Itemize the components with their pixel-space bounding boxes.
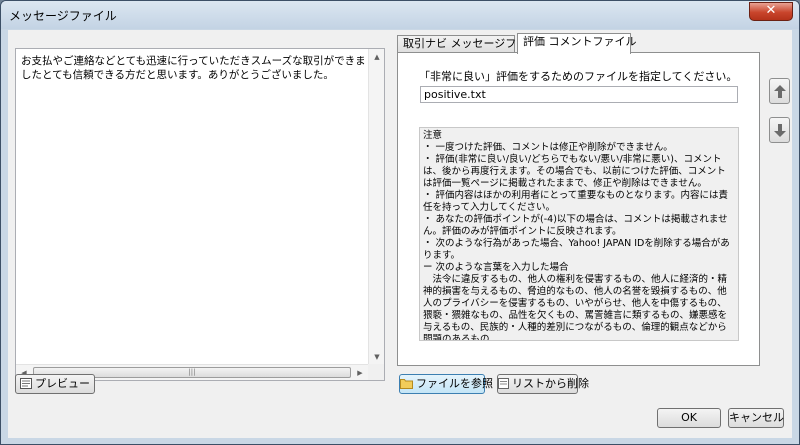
folder-icon (400, 378, 413, 389)
message-text[interactable]: お支払やご連絡などとても迅速に行っていただきスムーズな取引ができましたとても信頼… (21, 54, 371, 354)
tab-hyouka-comment-file[interactable]: 評価 コメントファイル (517, 33, 637, 54)
browse-file-button[interactable]: ファイルを参照 (399, 374, 493, 394)
close-button[interactable]: ✕ (749, 2, 793, 21)
title-bar[interactable]: メッセージファイル ✕ (1, 1, 799, 29)
preview-icon (20, 377, 32, 389)
notes-text: 注意 ・ 一度つけた評価、コメントは修正や削除ができません。 ・ 評価(非常に良… (419, 127, 739, 341)
remove-from-list-button-label: リストから削除 (512, 377, 589, 390)
scroll-down-arrow-icon[interactable]: ▼ (369, 349, 385, 365)
dialog-client-area: お支払やご連絡などとても迅速に行っていただきスムーズな取引ができましたとても信頼… (8, 30, 792, 438)
window-title: メッセージファイル (9, 9, 117, 23)
message-file-window: メッセージファイル ✕ お支払やご連絡などとても迅速に行っていただきスムーズな取… (0, 0, 800, 445)
ok-button[interactable]: OK (657, 408, 721, 428)
move-up-button[interactable] (769, 78, 790, 104)
preview-button-label: プレビュー (35, 377, 90, 390)
file-path-input[interactable] (420, 86, 738, 103)
move-down-button[interactable] (769, 117, 790, 143)
list-remove-icon (498, 377, 509, 389)
scroll-right-arrow-icon[interactable]: ▶ (352, 365, 368, 381)
scrollbar-corner (368, 364, 384, 380)
arrow-down-icon (774, 124, 786, 137)
browse-file-button-label: ファイルを参照 (416, 377, 493, 390)
tab-panel: 「非常に良い」評価をするためのファイルを指定してください。 注意 ・ 一度つけた… (397, 52, 760, 366)
arrow-up-icon (774, 85, 786, 98)
preview-button[interactable]: プレビュー (15, 374, 95, 394)
instruction-label: 「非常に良い」評価をするためのファイルを指定してください。 (419, 70, 738, 83)
cancel-button[interactable]: キャンセル (728, 408, 784, 428)
message-text-area[interactable]: お支払やご連絡などとても迅速に行っていただきスムーズな取引ができましたとても信頼… (15, 48, 385, 381)
remove-from-list-button[interactable]: リストから削除 (497, 374, 589, 394)
vertical-scrollbar[interactable]: ▲ ▼ (368, 49, 384, 365)
tab-torihiki-navi-message-file[interactable]: 取引ナビ メッセージファイル (397, 35, 549, 53)
scroll-up-arrow-icon[interactable]: ▲ (369, 49, 385, 65)
